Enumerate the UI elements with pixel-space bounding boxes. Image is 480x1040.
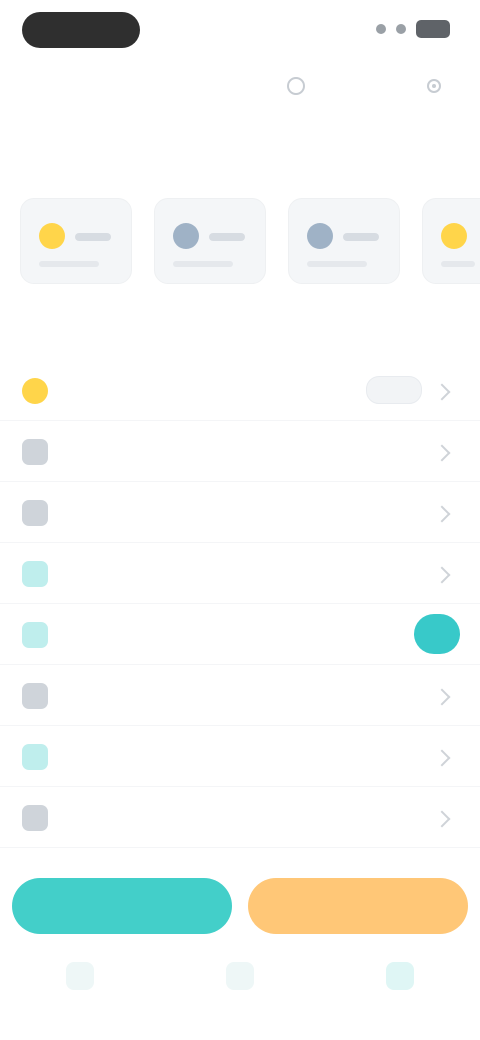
- quick-card[interactable]: [422, 198, 480, 284]
- list-item[interactable]: [0, 726, 480, 787]
- list-item[interactable]: [0, 543, 480, 604]
- primary-button[interactable]: [12, 878, 232, 934]
- bottom-actions: [12, 878, 468, 938]
- battery-icon: [416, 20, 450, 38]
- sun-icon: [39, 223, 65, 249]
- tab-home[interactable]: [50, 954, 110, 1004]
- teal-icon: [22, 622, 48, 648]
- settings-list: [0, 360, 480, 848]
- sun-icon: [441, 223, 467, 249]
- tab-grid[interactable]: [210, 954, 270, 1004]
- tab-bar: [0, 954, 480, 1040]
- list-item[interactable]: [0, 787, 480, 848]
- status-bar: [0, 0, 480, 64]
- value-chip[interactable]: [366, 376, 422, 404]
- status-icons: [376, 20, 450, 38]
- list-item[interactable]: [0, 482, 480, 543]
- quick-card[interactable]: [20, 198, 132, 284]
- teal-icon: [22, 561, 48, 587]
- list-item[interactable]: [0, 604, 480, 665]
- refresh-icon[interactable]: [282, 72, 310, 100]
- profile-icon: [386, 962, 414, 990]
- chevron-right-icon: [433, 688, 451, 706]
- signal-icon: [376, 24, 386, 34]
- card-sublabel: [39, 261, 99, 267]
- list-item[interactable]: [0, 665, 480, 726]
- card-label: [75, 233, 111, 241]
- card-label: [209, 233, 245, 241]
- device-icon: [22, 500, 48, 526]
- card-sublabel: [307, 261, 367, 267]
- chevron-right-icon: [433, 444, 451, 462]
- card-sublabel: [173, 261, 233, 267]
- cloud-icon: [173, 223, 199, 249]
- wifi-icon: [396, 24, 406, 34]
- list-item[interactable]: [0, 360, 480, 421]
- quick-cards: [20, 198, 480, 284]
- chevron-right-icon: [433, 749, 451, 767]
- settings-icon[interactable]: [420, 72, 448, 100]
- tab-profile[interactable]: [370, 954, 430, 1004]
- cloud-icon: [307, 223, 333, 249]
- chevron-right-icon: [433, 383, 451, 401]
- card-label: [343, 233, 379, 241]
- card-sublabel: [441, 261, 475, 267]
- secondary-button[interactable]: [248, 878, 468, 934]
- quick-card[interactable]: [154, 198, 266, 284]
- chevron-right-icon: [433, 566, 451, 584]
- app-bar: [0, 64, 480, 120]
- device-icon: [22, 683, 48, 709]
- chevron-right-icon: [433, 505, 451, 523]
- list-item[interactable]: [0, 421, 480, 482]
- quick-card[interactable]: [288, 198, 400, 284]
- grid-icon: [226, 962, 254, 990]
- chevron-right-icon: [433, 810, 451, 828]
- sun-icon: [22, 378, 48, 404]
- device-icon: [22, 439, 48, 465]
- toggle-switch[interactable]: [414, 614, 460, 654]
- device-icon: [22, 805, 48, 831]
- teal-icon: [22, 744, 48, 770]
- camera-notch: [22, 12, 140, 48]
- home-icon: [66, 962, 94, 990]
